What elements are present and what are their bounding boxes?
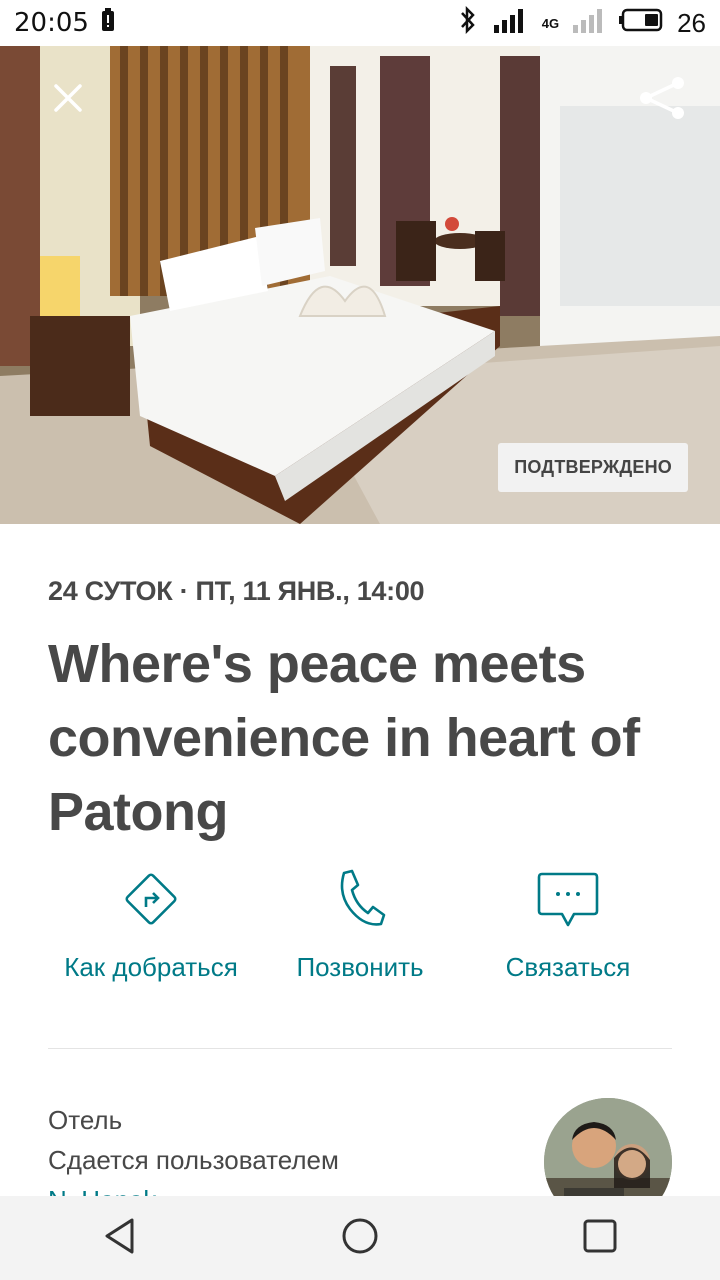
phone-icon bbox=[334, 867, 386, 938]
hosted-by-label: Сдается пользователем bbox=[48, 1145, 339, 1175]
contact-button[interactable]: Связаться bbox=[498, 872, 638, 983]
recents-icon bbox=[582, 1218, 618, 1259]
divider bbox=[48, 1048, 672, 1049]
nav-back-button[interactable] bbox=[80, 1196, 160, 1280]
trip-details: 24 СУТОК · ПТ, 11 ЯНВ., 14:00 Where's pe… bbox=[48, 524, 672, 849]
listing-title: Where's peace meets convenience in heart… bbox=[48, 634, 640, 842]
status-badge: ПОДТВЕРЖДЕНО bbox=[498, 443, 688, 492]
network-type: 4G bbox=[541, 15, 560, 31]
status-time: 20:05 bbox=[14, 8, 89, 38]
listing-photo[interactable]: ПОДТВЕРЖДЕНО bbox=[0, 46, 720, 524]
call-button[interactable]: Позвонить bbox=[288, 869, 432, 983]
signal-icon bbox=[490, 7, 530, 40]
share-icon bbox=[636, 75, 688, 126]
action-row: Как добраться Позвонить Связаться bbox=[0, 869, 720, 1012]
directions-button[interactable]: Как добраться bbox=[56, 872, 246, 983]
battery-icon bbox=[619, 8, 665, 39]
battery-level: 26 bbox=[677, 7, 706, 38]
trip-dates: 24 СУТОК · ПТ, 11 ЯНВ., 14:00 bbox=[48, 576, 425, 606]
signal-weak-icon bbox=[571, 7, 607, 40]
status-bar: 20:05 4G 26 bbox=[0, 0, 720, 46]
back-icon bbox=[102, 1216, 138, 1261]
nav-recents-button[interactable] bbox=[560, 1196, 640, 1280]
close-icon bbox=[52, 82, 84, 119]
call-label: Позвонить bbox=[296, 952, 424, 982]
directions-icon bbox=[119, 867, 183, 938]
directions-label: Как добраться bbox=[64, 952, 238, 982]
listing-type: Отель bbox=[48, 1105, 123, 1135]
bluetooth-icon bbox=[458, 5, 478, 41]
system-nav-bar bbox=[0, 1196, 720, 1280]
message-icon bbox=[536, 871, 600, 938]
contact-label: Связаться bbox=[505, 952, 631, 982]
share-button[interactable] bbox=[638, 76, 686, 124]
battery-alert-icon bbox=[101, 7, 115, 39]
nav-home-button[interactable] bbox=[320, 1196, 400, 1280]
close-button[interactable] bbox=[44, 76, 92, 124]
home-icon bbox=[340, 1216, 380, 1261]
